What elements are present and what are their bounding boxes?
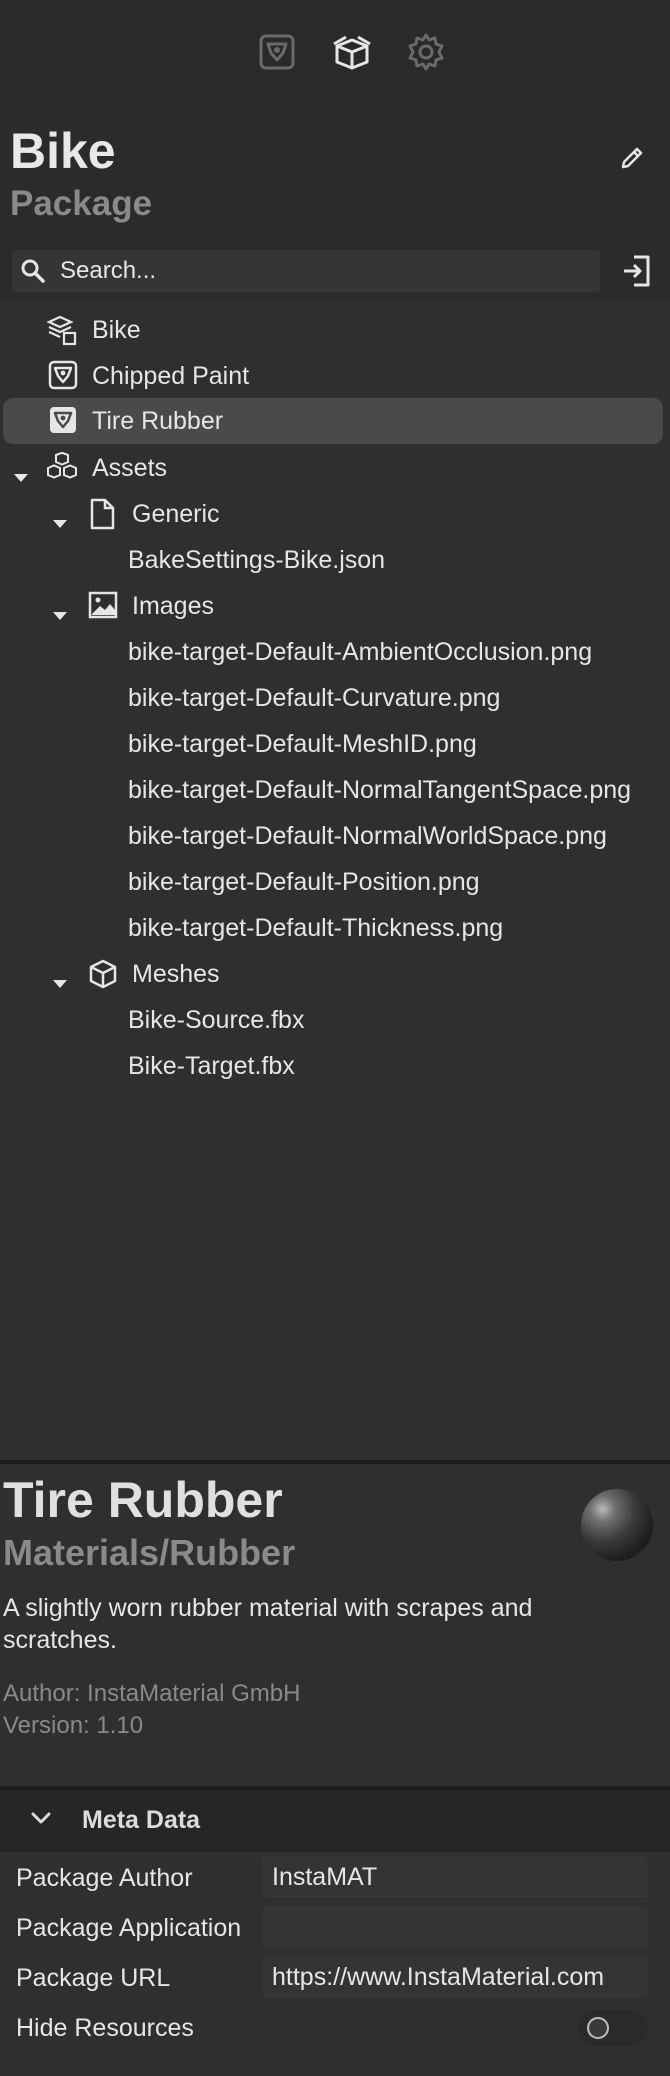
tree-folder-images[interactable]: Images bbox=[0, 583, 670, 629]
tree-item-label: Meshes bbox=[132, 959, 220, 988]
tree-item-label: bike-target-Default-Curvature.png bbox=[128, 683, 501, 712]
metadata-heading: Meta Data bbox=[82, 1806, 201, 1834]
material-icon bbox=[48, 405, 80, 437]
material-icon[interactable] bbox=[255, 30, 299, 74]
tree-item-label: Assets bbox=[92, 453, 168, 482]
details-version: Version: 1.10 bbox=[3, 1712, 144, 1739]
package-url-field[interactable] bbox=[262, 1956, 648, 1998]
tree-file[interactable]: BakeSettings-Bike.json bbox=[0, 537, 670, 583]
tree-folder-generic[interactable]: Generic bbox=[0, 491, 670, 537]
tree-file[interactable]: bike-target-Default-NormalWorldSpace.png bbox=[0, 813, 670, 859]
hide-resources-label: Hide Resources bbox=[16, 2014, 194, 2042]
chevron-down-icon[interactable] bbox=[30, 1810, 52, 1831]
material-preview-sphere bbox=[581, 1489, 653, 1561]
metadata-section-header[interactable]: Meta Data bbox=[0, 1790, 670, 1852]
search-input[interactable] bbox=[60, 250, 590, 292]
tree-item-label: bike-target-Default-NormalTangentSpace.p… bbox=[128, 775, 632, 804]
image-icon bbox=[88, 590, 120, 622]
tree-file[interactable]: bike-target-Default-Thickness.png bbox=[0, 905, 670, 951]
tree-item-label: bike-target-Default-MeshID.png bbox=[128, 729, 477, 758]
tree-item-label: BakeSettings-Bike.json bbox=[128, 545, 386, 574]
toggle-knob bbox=[587, 2017, 609, 2039]
package-header: Bike Package bbox=[10, 120, 660, 235]
package-application-field[interactable] bbox=[262, 1906, 648, 1948]
metadata-row-author: Package Author bbox=[0, 1854, 670, 1904]
metadata-body: Package Author Package Application Packa… bbox=[0, 1852, 670, 2076]
layers-box-icon bbox=[46, 314, 78, 346]
details-title: Tire Rubber bbox=[3, 1472, 283, 1528]
details-panel: Tire Rubber Materials/Rubber A slightly … bbox=[0, 1464, 670, 1786]
chevron-down-icon[interactable] bbox=[13, 462, 29, 482]
tree-item-label: bike-target-Default-Position.png bbox=[128, 867, 480, 896]
tree-item-label: Bike-Source.fbx bbox=[128, 1005, 305, 1034]
tree-file[interactable]: bike-target-Default-Curvature.png bbox=[0, 675, 670, 721]
tree-item-label: Bike-Target.fbx bbox=[128, 1051, 295, 1080]
pencil-icon bbox=[621, 147, 643, 169]
tree-item-label: Chipped Paint bbox=[92, 361, 250, 390]
chevron-down-icon[interactable] bbox=[52, 968, 68, 988]
cube-icon bbox=[87, 958, 119, 990]
material-icon bbox=[48, 360, 80, 392]
tree-item-label: Generic bbox=[132, 499, 220, 528]
tree-item-label: bike-target-Default-Thickness.png bbox=[128, 913, 504, 942]
search-bar bbox=[12, 250, 600, 292]
tree-folder-meshes[interactable]: Meshes bbox=[0, 951, 670, 997]
tree-item-chipped-paint[interactable]: Chipped Paint bbox=[0, 353, 670, 399]
package-application-label: Package Application bbox=[16, 1914, 242, 1942]
details-category: Materials/Rubber bbox=[3, 1532, 296, 1573]
package-icon[interactable] bbox=[330, 30, 374, 74]
tree-file[interactable]: bike-target-Default-NormalTangentSpace.p… bbox=[0, 767, 670, 813]
tree-file[interactable]: bike-target-Default-MeshID.png bbox=[0, 721, 670, 767]
tree-item-label: Tire Rubber bbox=[92, 406, 224, 435]
tree-item-label: Bike bbox=[92, 315, 141, 344]
tree-file[interactable]: Bike-Source.fbx bbox=[0, 997, 670, 1043]
top-toolbar bbox=[0, 0, 670, 105]
page-title: Bike bbox=[10, 123, 116, 179]
metadata-row-hide-resources: Hide Resources bbox=[0, 2004, 670, 2054]
package-author-field[interactable] bbox=[262, 1856, 648, 1898]
package-author-label: Package Author bbox=[16, 1864, 193, 1892]
package-url-label: Package URL bbox=[16, 1964, 171, 1992]
tree-item-bike[interactable]: Bike bbox=[0, 307, 670, 353]
chevron-down-icon[interactable] bbox=[52, 508, 68, 528]
metadata-row-application: Package Application bbox=[0, 1904, 670, 1954]
chevron-down-icon[interactable] bbox=[52, 600, 68, 620]
tree-folder-assets[interactable]: Assets bbox=[0, 445, 670, 491]
tree-file[interactable]: Bike-Target.fbx bbox=[0, 1043, 670, 1089]
metadata-row-url: Package URL bbox=[0, 1954, 670, 2004]
asset-tree: Bike Chipped Paint Tire Rubber Assets Ge… bbox=[0, 302, 670, 1462]
document-icon bbox=[88, 498, 120, 530]
tree-file[interactable]: bike-target-Default-Position.png bbox=[0, 859, 670, 905]
import-button[interactable] bbox=[616, 250, 658, 292]
import-icon bbox=[624, 255, 650, 287]
details-author: Author: InstaMaterial GmbH bbox=[3, 1680, 301, 1707]
tree-item-label: Images bbox=[132, 591, 214, 620]
tree-item-label: bike-target-Default-NormalWorldSpace.png bbox=[128, 821, 607, 850]
details-description: A slightly worn rubber material with scr… bbox=[3, 1594, 533, 1654]
edit-button[interactable] bbox=[612, 138, 652, 178]
hide-resources-toggle[interactable] bbox=[578, 2010, 648, 2046]
page-subtitle: Package bbox=[10, 184, 153, 223]
tree-item-label: bike-target-Default-AmbientOcclusion.png bbox=[128, 637, 593, 666]
tree-file[interactable]: bike-target-Default-AmbientOcclusion.png bbox=[0, 629, 670, 675]
search-icon bbox=[18, 256, 48, 286]
boxes-icon bbox=[46, 451, 78, 484]
tree-item-tire-rubber[interactable]: Tire Rubber bbox=[3, 398, 663, 444]
gear-icon[interactable] bbox=[404, 30, 448, 74]
